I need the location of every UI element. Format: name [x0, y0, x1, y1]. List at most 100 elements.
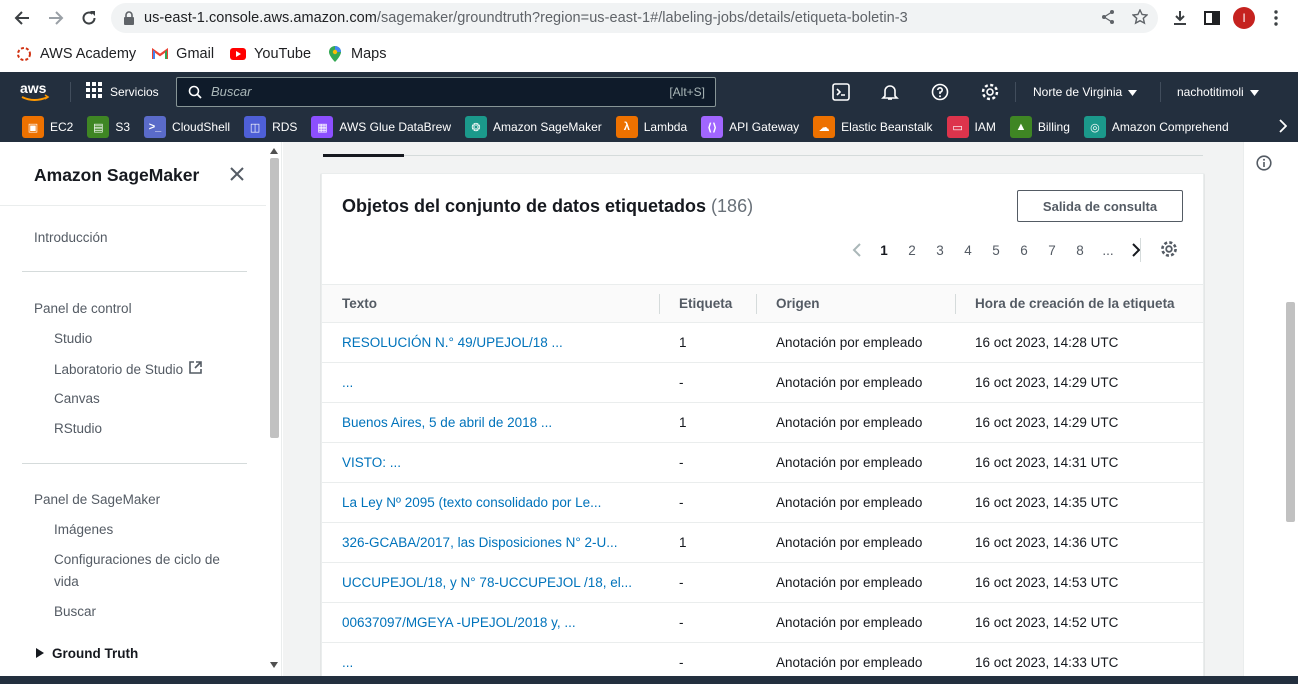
object-text-link[interactable]: 326-GCABA/2017, las Disposiciones N° 2-U… — [342, 535, 618, 550]
page-5[interactable]: 5 — [982, 243, 1010, 258]
page-1[interactable]: 1 — [870, 243, 898, 258]
column-header-etiqueta[interactable]: Etiqueta — [659, 284, 756, 323]
sidebar-item-ground-truth[interactable]: Ground Truth — [36, 646, 138, 661]
table-settings-gear-icon[interactable] — [1160, 240, 1178, 261]
column-header-hora[interactable]: Hora de creación de la etiqueta — [955, 284, 1203, 323]
sidebar-scrollbar[interactable] — [268, 148, 280, 674]
table-row[interactable]: RESOLUCIÓN N.° 49/UPEJOL/18 ... 1 Anotació… — [322, 322, 1203, 363]
page-4[interactable]: 4 — [954, 243, 982, 258]
favorite-billing[interactable]: ▲ Billing — [1009, 116, 1070, 138]
info-icon[interactable] — [1256, 155, 1272, 174]
help-icon[interactable] — [930, 82, 950, 102]
favorite-s3[interactable]: ▤ S3 — [87, 116, 130, 138]
chevron-right-icon[interactable] — [1122, 243, 1150, 257]
scrollbar-thumb[interactable] — [270, 158, 279, 438]
header-divider — [1160, 82, 1161, 102]
object-text-link[interactable]: 00637097/MGEYA -UPEJOL/2018 y, ... — [342, 615, 576, 630]
object-text-link[interactable]: Buenos Aires, 5 de abril de 2018 ... — [342, 415, 552, 430]
services-menu[interactable]: Servicios — [86, 82, 159, 101]
aws-logo[interactable]: aws — [20, 80, 50, 106]
search-input[interactable] — [211, 84, 641, 99]
address-bar[interactable]: us-east-1.console.aws.amazon.com/sagemak… — [111, 3, 1158, 33]
sidebar-item-buscar[interactable]: Buscar — [54, 604, 96, 619]
sidebar-item-imagenes[interactable]: Imágenes — [54, 522, 113, 537]
object-text-link[interactable]: RESOLUCIÓN N.° 49/UPEJOL/18 ... — [342, 335, 563, 350]
table-row[interactable]: VISTO: ... - Anotación por empleado 16 oct … — [322, 442, 1203, 483]
account-menu[interactable]: nachotitimoli — [1177, 85, 1259, 99]
cell-origin: Anotación por empleado — [756, 362, 955, 403]
bookmark-maps[interactable]: Maps — [327, 46, 387, 62]
side-panel-icon[interactable] — [1204, 10, 1220, 29]
bookmark-aws-academy[interactable]: AWS Academy — [16, 46, 136, 62]
page-7[interactable]: 7 — [1038, 243, 1066, 258]
table-row[interactable]: ... - Anotación por empleado 16 oct 2023, 1… — [322, 642, 1203, 676]
query-output-button[interactable]: Salida de consulta — [1017, 190, 1183, 222]
favorite-cloudshell[interactable]: >_ CloudShell — [144, 116, 230, 138]
favorite-elastic-beanstalk[interactable]: ☁ Elastic Beanstalk — [813, 116, 933, 138]
reload-icon[interactable] — [77, 6, 101, 30]
settings-gear-icon[interactable] — [980, 82, 1000, 102]
favorite-rds[interactable]: ◫ RDS — [244, 116, 297, 138]
page-ellipsis[interactable]: ... — [1094, 243, 1122, 258]
close-icon[interactable] — [229, 166, 245, 185]
favorite-lambda[interactable]: λ Lambda — [615, 116, 687, 138]
table-row[interactable]: 00637097/MGEYA -UPEJOL/2018 y, ... - Anota… — [322, 602, 1203, 643]
favorite-amazon-comprehend[interactable]: ◎ Amazon Comprehend — [1083, 116, 1229, 138]
lambda-icon: λ — [615, 116, 638, 138]
scrollbar-thumb[interactable] — [1286, 302, 1295, 522]
site-info-icon[interactable] — [123, 11, 135, 28]
bookmark-star-icon[interactable] — [1131, 8, 1149, 28]
favorite-amazon-sagemaker[interactable]: ❂ Amazon SageMaker — [465, 116, 602, 138]
sidebar-item-canvas[interactable]: Canvas — [54, 391, 100, 406]
forward-arrow-icon[interactable] — [44, 6, 68, 30]
page-3[interactable]: 3 — [926, 243, 954, 258]
notifications-bell-icon[interactable] — [880, 82, 900, 102]
favorite-label: Billing — [1037, 120, 1070, 134]
favorite-iam[interactable]: ▭ IAM — [946, 116, 996, 138]
favorite-ec2[interactable]: ▣ EC2 — [22, 116, 73, 138]
favorite-api-gateway[interactable]: ⟨⟩ API Gateway — [701, 116, 799, 138]
object-text-link[interactable]: UCCUPEJOL/18, y N° 78-UCCUPEJOL /18, el.… — [342, 575, 632, 590]
table-row[interactable]: UCCUPEJOL/18, y N° 78-UCCUPEJOL /18, el.… — [322, 562, 1203, 603]
column-header-origen[interactable]: Origen — [756, 284, 955, 323]
sidebar-item-studio-lab[interactable]: Laboratorio de Studio — [54, 361, 202, 377]
aws-search[interactable]: [Alt+S] — [176, 77, 716, 107]
svg-text:aws: aws — [20, 81, 47, 96]
page-6[interactable]: 6 — [1010, 243, 1038, 258]
sidebar-section-panel-de-sagemaker: Panel de SageMaker — [34, 492, 161, 507]
table-row[interactable]: Buenos Aires, 5 de abril de 2018 ... 1 Ano… — [322, 402, 1203, 443]
table-row[interactable]: ... - Anotación por empleado 16 oct 2023, 1… — [322, 362, 1203, 403]
chevron-left-icon[interactable] — [842, 243, 870, 257]
table-row[interactable]: La Ley Nº 2095 (texto consolidado por Le… — [322, 482, 1203, 523]
browser-menu-icon[interactable] — [1270, 9, 1282, 30]
cell-text: VISTO: ... — [322, 442, 659, 483]
bookmark-gmail[interactable]: Gmail — [152, 46, 214, 62]
profile-avatar[interactable]: I — [1233, 7, 1255, 29]
cell-time: 16 oct 2023, 14:29 UTC — [955, 402, 1203, 443]
download-icon[interactable] — [1171, 9, 1189, 30]
cloudshell-icon[interactable] — [831, 82, 851, 102]
caret-right-icon — [36, 646, 44, 661]
bookmark-youtube[interactable]: YouTube — [230, 46, 311, 62]
sidebar-item-lifecycle-configs[interactable]: Configuraciones de ciclo de — [54, 552, 220, 567]
object-text-link[interactable]: VISTO: ... — [342, 455, 401, 470]
share-icon[interactable] — [1100, 9, 1116, 28]
column-header-texto[interactable]: Texto — [322, 284, 659, 323]
object-text-link[interactable]: La Ley Nº 2095 (texto consolidado por Le… — [342, 495, 601, 510]
chevron-right-icon[interactable] — [1272, 115, 1294, 137]
page-2[interactable]: 2 — [898, 243, 926, 258]
page-8[interactable]: 8 — [1066, 243, 1094, 258]
table-row[interactable]: 326-GCABA/2017, las Disposiciones N° 2-U… — [322, 522, 1203, 563]
page-scrollbar[interactable] — [1283, 142, 1298, 676]
sidebar-item-studio[interactable]: Studio — [54, 331, 92, 346]
object-text-link[interactable]: ... — [342, 655, 353, 670]
object-text-link[interactable]: ... — [342, 375, 353, 390]
api-gateway-icon: ⟨⟩ — [701, 116, 724, 138]
cell-time: 16 oct 2023, 14:33 UTC — [955, 642, 1203, 676]
region-selector[interactable]: Norte de Virginia — [1033, 85, 1138, 99]
favorite-aws-glue-databrew[interactable]: ▦ AWS Glue DataBrew — [311, 116, 451, 138]
sidebar-item-introduccion[interactable]: Introducción — [34, 230, 108, 245]
sidebar-item-lifecycle-configs-cont[interactable]: vida — [54, 574, 79, 589]
back-arrow-icon[interactable] — [10, 6, 34, 30]
sidebar-item-rstudio[interactable]: RStudio — [54, 421, 102, 436]
